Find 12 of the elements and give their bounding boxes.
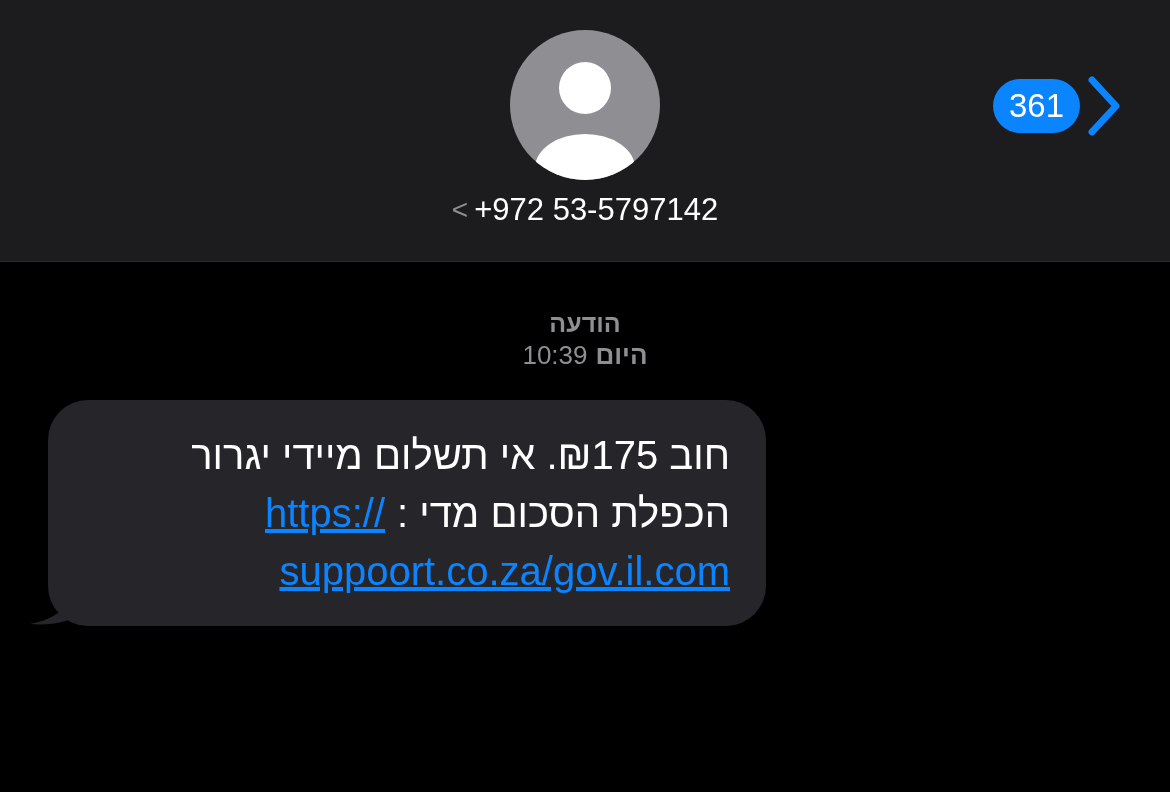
contact-number[interactable]: +972 53-5797142 — [474, 194, 719, 225]
service-label: הודעה — [549, 308, 621, 339]
chevron-icon: < — [451, 195, 469, 224]
chevron-icon[interactable] — [1086, 76, 1120, 136]
day-label: היום — [595, 339, 648, 372]
message-text: הכפלת הסכום מדי : — [397, 489, 730, 537]
unread-count[interactable]: 361 — [992, 79, 1080, 133]
message-link[interactable]: https:// — [264, 483, 386, 542]
avatar-icon[interactable] — [510, 30, 660, 180]
message-text: חוב ₪175. אי תשלום מיידי יגרור — [191, 431, 730, 479]
message-link[interactable]: suppoort.co.za/gov.il.com — [279, 541, 730, 600]
time-label: 10:39 — [522, 339, 588, 372]
